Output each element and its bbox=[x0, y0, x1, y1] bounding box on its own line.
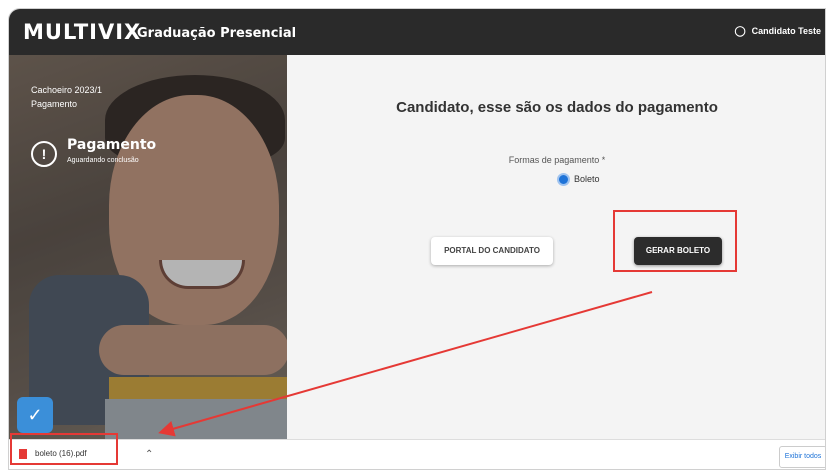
payment-method-label: Formas de pagamento * bbox=[508, 155, 606, 165]
step-title: Pagamento bbox=[67, 137, 157, 153]
brand-logo[interactable]: MULTIVIX bbox=[23, 20, 141, 44]
highlight-box-gerar-boleto bbox=[613, 210, 737, 272]
show-all-button[interactable]: Exibir todos bbox=[779, 446, 825, 468]
payment-content: Candidato, esse são os dados do pagament… bbox=[287, 55, 825, 439]
payment-option-label: Boleto bbox=[574, 173, 600, 184]
app-subtitle: Graduação Presencial bbox=[137, 26, 297, 41]
page-title: Candidato, esse são os dados do pagament… bbox=[396, 99, 718, 116]
step-status: Aguardando conclusão bbox=[67, 157, 139, 164]
campus-label: Cachoeiro 2023/1 bbox=[31, 85, 103, 95]
chevron-up-icon[interactable]: ⌃ bbox=[145, 449, 153, 460]
section-label: Pagamento bbox=[31, 99, 78, 109]
portal-candidato-button[interactable]: PORTAL DO CANDIDATO bbox=[431, 237, 553, 265]
top-bar: MULTIVIX Graduação Presencial ◯ Candidato… bbox=[9, 9, 825, 55]
alert-circle-icon: ! bbox=[31, 141, 57, 167]
hero-image-panel: Cachoeiro 2023/1 Pagamento ! Pagamento A… bbox=[9, 55, 287, 439]
shield-check-icon[interactable]: ✓ bbox=[17, 397, 53, 433]
download-bar: boleto (16).pdf ⌃ Exibir todos bbox=[9, 439, 825, 469]
highlight-box-download bbox=[10, 433, 118, 465]
payment-option-boleto[interactable]: Boleto bbox=[557, 173, 600, 186]
user-menu[interactable]: ◯ Candidato Teste bbox=[734, 26, 821, 37]
user-icon: ◯ bbox=[734, 26, 746, 37]
hero-overlay bbox=[9, 55, 287, 439]
radio-selected[interactable] bbox=[557, 173, 570, 186]
user-name: Candidato Teste bbox=[751, 26, 821, 36]
